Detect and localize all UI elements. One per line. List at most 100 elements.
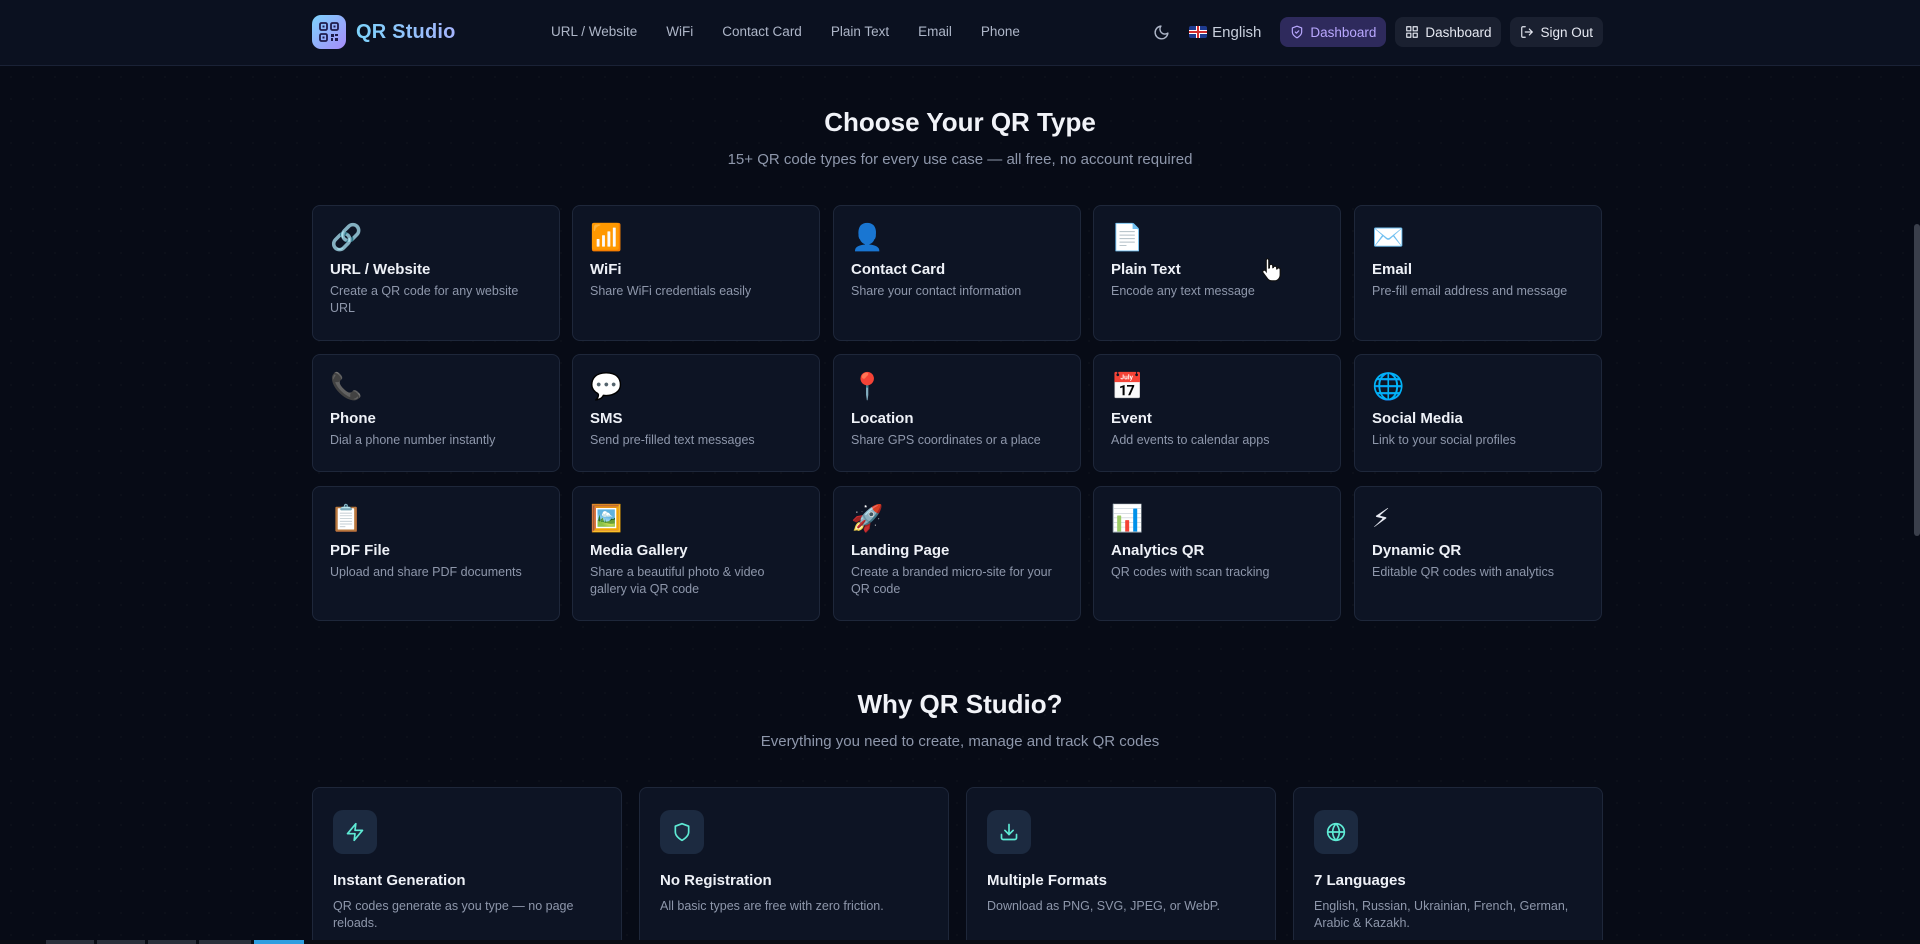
feature-title: 7 Languages — [1314, 872, 1406, 889]
nav-contact-card[interactable]: Contact Card — [722, 22, 802, 42]
qr-type-card-wifi[interactable]: 📶 WiFi Share WiFi credentials easily — [572, 205, 820, 341]
card-description: Create a branded micro-site for your QR … — [851, 565, 1052, 596]
calendar-icon: 📅 — [1111, 372, 1144, 402]
strip-segment — [97, 940, 145, 944]
qr-type-card-location[interactable]: 📍 Location Share GPS coordinates or a pl… — [833, 354, 1081, 472]
card-description: Share GPS coordinates or a place — [851, 433, 1041, 447]
clipboard-icon: 📋 — [330, 504, 363, 534]
types-section-title: Choose Your QR Type — [824, 107, 1096, 137]
page-scrollbar[interactable] — [1914, 224, 1920, 536]
qr-type-card-sms[interactable]: 💬 SMS Send pre-filled text messages — [572, 354, 820, 472]
strip-segment — [46, 940, 94, 944]
picture-icon: 🖼️ — [590, 504, 623, 534]
link-icon: 🔗 — [330, 223, 363, 253]
language-selector[interactable]: English — [1189, 24, 1261, 41]
bar-chart-icon: 📊 — [1111, 504, 1144, 534]
card-title: Plain Text — [1111, 261, 1181, 278]
uk-flag-icon — [1189, 26, 1208, 38]
card-title: WiFi — [590, 261, 622, 278]
card-title: Contact Card — [851, 261, 946, 278]
card-description: Share WiFi credentials easily — [590, 284, 752, 298]
qr-type-card-plain-text[interactable]: 📄 Plain Text Encode any text message — [1093, 205, 1341, 341]
feature-card-no-registration: No Registration All basic types are free… — [639, 787, 949, 944]
dashboard-label: Dashboard — [1425, 24, 1492, 40]
card-description: QR codes with scan tracking — [1111, 565, 1270, 579]
card-title: URL / Website — [330, 261, 431, 278]
grid-icon — [1406, 26, 1419, 38]
pin-icon: 📍 — [851, 372, 884, 402]
feature-description: QR codes generate as you type — no page … — [333, 899, 574, 930]
qr-type-card-social[interactable]: 🌐 Social Media Link to your social profi… — [1354, 354, 1602, 472]
globe-icon — [1314, 810, 1358, 854]
types-section-subtitle: 15+ QR code types for every use case — a… — [727, 151, 1193, 168]
sign-out-button[interactable]: Sign Out — [1510, 17, 1603, 47]
strip-segment — [199, 940, 251, 944]
admin-dashboard-label: Dashboard — [1310, 24, 1377, 40]
card-description: Share your contact information — [851, 284, 1022, 298]
brand[interactable]: QR Studio — [312, 15, 456, 49]
card-title: Phone — [330, 410, 376, 427]
main-nav: URL / Website WiFi Contact Card Plain Te… — [551, 22, 1049, 42]
card-title: Dynamic QR — [1372, 542, 1462, 559]
feature-description: Download as PNG, SVG, JPEG, or WebP. — [987, 899, 1220, 913]
card-description: Create a QR code for any website URL — [330, 284, 519, 315]
qr-logo-icon — [312, 15, 346, 49]
qr-type-card-event[interactable]: 📅 Event Add events to calendar apps — [1093, 354, 1341, 472]
language-label: English — [1212, 23, 1262, 41]
admin-dashboard-button[interactable]: Dashboard — [1280, 17, 1387, 47]
nav-wifi[interactable]: WiFi — [666, 22, 693, 42]
qr-type-card-landing-page[interactable]: 🚀 Landing Page Create a branded micro-si… — [833, 486, 1081, 621]
feature-title: Instant Generation — [333, 872, 466, 889]
header-actions: English Dashboard Dashboard Sign Out — [1146, 17, 1603, 47]
why-section-subtitle: Everything you need to create, manage an… — [760, 733, 1160, 750]
feature-title: Multiple Formats — [987, 872, 1108, 889]
qr-type-card-email[interactable]: ✉️ Email Pre-fill email address and mess… — [1354, 205, 1602, 341]
nav-plain-text[interactable]: Plain Text — [831, 22, 889, 42]
top-navbar: QR Studio URL / Website WiFi Contact Car… — [0, 0, 1920, 66]
qr-type-card-media-gallery[interactable]: 🖼️ Media Gallery Share a beautiful photo… — [572, 486, 820, 621]
card-description: Pre-fill email address and message — [1372, 284, 1568, 298]
feature-card-instant: Instant Generation QR codes generate as … — [312, 787, 622, 944]
strip-segment — [148, 940, 196, 944]
card-title: SMS — [590, 410, 623, 427]
shield-icon — [1292, 25, 1303, 39]
card-title: Social Media — [1372, 410, 1463, 427]
logout-icon — [1521, 26, 1534, 38]
theme-toggle-button[interactable] — [1146, 17, 1176, 47]
card-title: PDF File — [330, 542, 391, 559]
document-icon: 📄 — [1111, 223, 1144, 253]
feature-title: No Registration — [660, 872, 772, 889]
nav-url-website[interactable]: URL / Website — [551, 22, 637, 42]
card-description: Dial a phone number instantly — [330, 433, 496, 447]
feature-description: English, Russian, Ukrainian, French, Ger… — [1314, 899, 1569, 930]
card-description: Upload and share PDF documents — [330, 565, 522, 579]
globe-icon: 🌐 — [1372, 372, 1405, 402]
chat-bubble-icon: 💬 — [590, 372, 623, 402]
rocket-icon: 🚀 — [851, 504, 884, 534]
card-title: Analytics QR — [1111, 542, 1205, 559]
dashboard-button[interactable]: Dashboard — [1395, 17, 1502, 47]
why-section-title: Why QR Studio? — [857, 689, 1063, 719]
wifi-icon: 📶 — [590, 223, 623, 253]
card-description: Add events to calendar apps — [1111, 433, 1270, 447]
qr-type-card-pdf[interactable]: 📋 PDF File Upload and share PDF document… — [312, 486, 560, 621]
qr-type-card-analytics[interactable]: 📊 Analytics QR QR codes with scan tracki… — [1093, 486, 1341, 621]
feature-card-languages: 7 Languages English, Russian, Ukrainian,… — [1293, 787, 1603, 944]
bottom-strip — [0, 940, 1920, 944]
card-title: Email — [1372, 261, 1413, 278]
qr-type-card-contact[interactable]: 👤 Contact Card Share your contact inform… — [833, 205, 1081, 341]
qr-type-card-phone[interactable]: 📞 Phone Dial a phone number instantly — [312, 354, 560, 472]
qr-type-card-url[interactable]: 🔗 URL / Website Create a QR code for any… — [312, 205, 560, 341]
card-title: Landing Page — [851, 542, 950, 559]
card-title: Event — [1111, 410, 1152, 427]
card-description: Link to your social profiles — [1372, 433, 1516, 447]
nav-phone[interactable]: Phone — [981, 22, 1020, 42]
card-description: Encode any text message — [1111, 284, 1255, 298]
lightning-icon — [333, 810, 377, 854]
nav-email[interactable]: Email — [918, 22, 952, 42]
strip-segment-active — [254, 940, 304, 944]
card-description: Editable QR codes with analytics — [1372, 565, 1555, 579]
card-title: Media Gallery — [590, 542, 688, 559]
lightning-icon: ⚡ — [1372, 504, 1391, 534]
qr-type-card-dynamic[interactable]: ⚡ Dynamic QR Editable QR codes with anal… — [1354, 486, 1602, 621]
